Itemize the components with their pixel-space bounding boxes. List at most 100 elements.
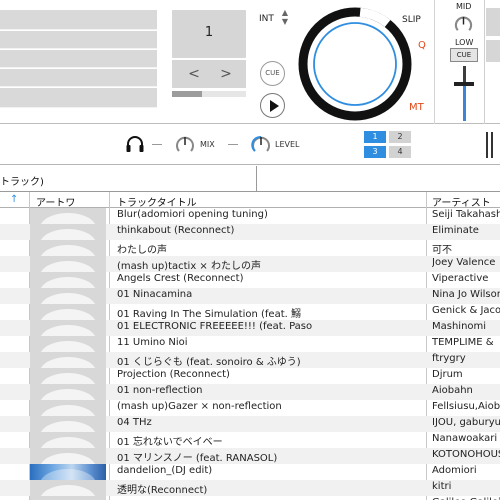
chevron-down-icon[interactable]: ▼ (280, 17, 290, 26)
track-info-field (0, 69, 157, 87)
column-header-artwork[interactable]: アートワ (36, 194, 75, 209)
deck-4-button[interactable]: 4 (389, 146, 411, 158)
track-row[interactable]: 01 マリンスノー (feat. RANASOL) KOTONOHOUSE (0, 448, 500, 464)
track-title: (mash up)tactix × わたしの声 (117, 261, 261, 272)
quantize-label[interactable]: Q (418, 40, 426, 51)
interval-label: INT (259, 14, 274, 24)
track-title: 04 THz (117, 417, 152, 428)
track-title: (mash up)Gazer × non-reflection (117, 401, 282, 412)
track-artwork (30, 304, 106, 320)
interval-stepper[interactable]: ▲ ▼ (280, 8, 290, 26)
track-artist: Mashinomi (432, 321, 487, 332)
track-row[interactable]: 01 忘れないでベイベー Nanawoakari (0, 432, 500, 448)
track-row[interactable]: 透明な(Reconnect) kitri (0, 480, 500, 496)
deck-3-button[interactable]: 3 (364, 146, 386, 158)
master-tempo-label[interactable]: MT (409, 102, 424, 113)
track-row[interactable]: 04 THz IJOU, gaburyu (0, 416, 500, 432)
track-title: 01 くじらぐも (feat. sonoiro & ふゆう) (117, 357, 301, 368)
track-row[interactable]: わたしの声 可不 (0, 240, 500, 256)
track-artist: Nanawoakari (432, 433, 498, 444)
track-row[interactable]: 01 Ninacamina Nina Jo Wilson (0, 288, 500, 304)
track-row[interactable]: dandelion_(DJ edit) Adomiori (0, 464, 500, 480)
level-label: LEVEL (275, 140, 300, 149)
track-artist: TEMPLIME & (432, 337, 494, 348)
track-row[interactable]: thinkabout (Reconnect) Eliminate (0, 224, 500, 240)
track-title: 透明な(Reconnect) (117, 485, 208, 496)
level-knob[interactable] (251, 135, 271, 155)
divider (484, 0, 485, 124)
track-row[interactable]: 01 Raving In The Simulation (feat. 鰯 Geni… (0, 304, 500, 320)
headphones-icon[interactable] (125, 135, 145, 153)
pad-page-indicator (172, 91, 246, 97)
track-title: 01 non-reflection (117, 385, 203, 396)
track-row[interactable]: (mash up)Gazer × non-reflection Fellsiusu… (0, 400, 500, 416)
eq-low-label: LOW (455, 38, 474, 47)
crossfader-icon[interactable] (486, 132, 495, 158)
deck-panel: 1 < > INT ▲ ▼ CUE SLIP Q MT MID LOW CUE (0, 0, 500, 124)
side-panel-block (486, 8, 500, 36)
track-row[interactable]: (mash up)tactix × わたしの声 Joey Valence (0, 256, 500, 272)
divider (434, 0, 435, 124)
track-row[interactable]: 01 non-reflection Aiobahn (0, 384, 500, 400)
track-artwork (30, 336, 106, 352)
chevron-up-icon[interactable]: ▲ (280, 8, 290, 17)
track-info-field (0, 50, 157, 68)
track-artwork (30, 272, 106, 288)
column-header-title[interactable]: トラックタイトル (117, 194, 197, 209)
pad-bank-controls: < > (172, 60, 246, 88)
track-row[interactable]: 01 くじらぐも (feat. sonoiro & ふゆう) ftrygry (0, 352, 500, 368)
side-panel-block (486, 40, 500, 62)
track-row[interactable]: 01 サークルゲーム (ANOHANA Ver.)Galileo Galilei (0, 496, 500, 500)
track-artist: Genick & Jacob (432, 305, 500, 316)
track-artist: 可不 (432, 245, 452, 256)
mix-knob[interactable] (175, 135, 195, 155)
track-artist: Viperactive (432, 273, 489, 284)
track-artist: Nina Jo Wilson (432, 289, 500, 300)
track-title: 01 マリンスノー (feat. RANASOL) (117, 453, 278, 464)
pad-prev-button[interactable]: < (182, 65, 206, 83)
deck-2-button[interactable]: 2 (389, 131, 411, 143)
track-artist: Eliminate (432, 225, 479, 236)
track-title: 01 ELECTRONIC FREEEEE!!! (feat. Paso (117, 321, 313, 332)
channel-fader-handle[interactable] (454, 82, 474, 86)
track-row[interactable]: Angels Crest (Reconnect) Viperactive (0, 272, 500, 288)
track-title: Angels Crest (Reconnect) (117, 273, 244, 284)
column-header-artist[interactable]: アーティスト (432, 194, 491, 209)
track-artwork (30, 496, 106, 500)
channel-cue-button[interactable]: CUE (450, 48, 478, 62)
track-artwork (30, 464, 106, 480)
eq-mid-label: MID (456, 2, 472, 11)
sort-ascending-icon[interactable]: ↑ (10, 194, 18, 205)
mix-label: MIX (200, 140, 215, 149)
eq-mid-knob[interactable] (454, 15, 473, 34)
track-artwork (30, 288, 106, 304)
slip-mode-label[interactable]: SLIP (402, 15, 421, 25)
divider (256, 166, 257, 192)
track-artist: Fellsiusu,Aiobahn (432, 401, 500, 412)
playlist-name[interactable]: トラック) (0, 173, 44, 188)
hot-cue-pad[interactable]: 1 (172, 10, 246, 58)
track-row[interactable]: Blur(adomiori opening tuning) Seiji Takah… (0, 208, 500, 224)
track-artist: Seiji Takahashi (432, 209, 500, 220)
track-artwork (30, 400, 106, 416)
track-title: Blur(adomiori opening tuning) (117, 209, 268, 220)
track-row[interactable]: Projection (Reconnect) Djrum (0, 368, 500, 384)
track-artwork (30, 432, 106, 448)
track-artist: Joey Valence (432, 257, 496, 268)
track-title: 01 Ninacamina (117, 289, 193, 300)
track-list: Blur(adomiori opening tuning) Seiji Takah… (0, 208, 500, 500)
track-artwork (30, 368, 106, 384)
divider (152, 144, 162, 145)
cue-button[interactable]: CUE (260, 61, 285, 86)
play-button[interactable] (260, 93, 285, 118)
deck-1-button[interactable]: 1 (364, 131, 386, 143)
track-title: 01 Raving In The Simulation (feat. 鰯 (117, 309, 301, 320)
track-row[interactable]: 11 Umino Nioi TEMPLIME & (0, 336, 500, 352)
pad-next-button[interactable]: > (214, 65, 238, 83)
track-artwork (30, 416, 106, 432)
jog-wheel[interactable] (296, 5, 414, 123)
track-row[interactable]: 01 ELECTRONIC FREEEEE!!! (feat. Paso Mash… (0, 320, 500, 336)
track-artwork (30, 224, 106, 240)
track-title: 01 忘れないでベイベー (117, 437, 223, 448)
playlist-header: トラック) (0, 166, 500, 192)
